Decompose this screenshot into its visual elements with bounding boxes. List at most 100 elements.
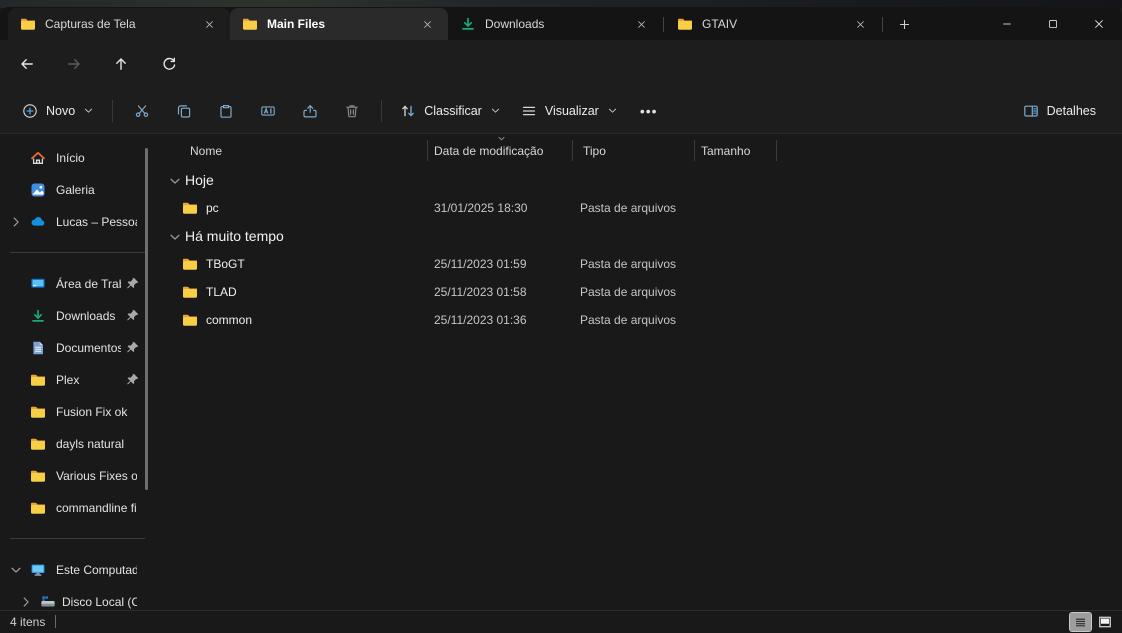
command-bar: Novo Classificar Visualizar ••• Detalhes <box>0 88 1122 134</box>
tab-close-button[interactable] <box>198 13 220 35</box>
share-button[interactable] <box>289 93 331 129</box>
sidebar-item-downloads[interactable]: Downloads <box>4 300 151 332</box>
sort-button[interactable]: Classificar <box>390 95 511 127</box>
file-row-common[interactable]: common 25/11/2023 01:36 Pasta de arquivos <box>163 306 1122 334</box>
chevron-down-icon[interactable] <box>168 230 182 244</box>
group-label: Hoje <box>185 172 214 188</box>
gallery-icon <box>30 182 46 198</box>
sidebar-item-label: Área de Trabalho <box>56 277 121 291</box>
close-icon <box>422 19 433 30</box>
delete-button[interactable] <box>331 93 373 129</box>
new-tab-button[interactable] <box>890 11 918 37</box>
column-divider[interactable] <box>694 140 695 161</box>
folder-icon <box>30 468 46 484</box>
command-bar-right: Detalhes <box>1013 88 1106 133</box>
file-name: TLAD <box>206 285 237 299</box>
group-header-h-muito-tempo[interactable]: Há muito tempo <box>163 222 1122 250</box>
column-header-data-de-modifica-o[interactable]: Data de modificação <box>434 144 543 158</box>
divider <box>55 615 56 628</box>
more-options-button[interactable]: ••• <box>628 95 670 127</box>
folder-icon <box>30 500 46 516</box>
cut-button[interactable] <box>121 93 163 129</box>
refresh-button[interactable] <box>152 48 186 80</box>
tab-close-button[interactable] <box>416 13 438 35</box>
tab-downloads[interactable]: Downloads <box>448 8 662 40</box>
sidebar-item-various-fixes-ok[interactable]: Various Fixes ok <box>4 460 151 492</box>
up-button[interactable] <box>104 48 138 80</box>
file-row-tbogt[interactable]: TBoGT 25/11/2023 01:59 Pasta de arquivos <box>163 250 1122 278</box>
sidebar-item-dayls-natural[interactable]: dayls natural <box>4 428 151 460</box>
sort-indicator-icon <box>497 134 506 143</box>
sidebar-item-este-computador[interactable]: Este Computador <box>4 554 151 586</box>
status-bar: 4 itens <box>0 610 1122 633</box>
column-divider[interactable] <box>572 140 573 161</box>
chevron-right-icon[interactable] <box>18 595 34 609</box>
new-button[interactable]: Novo <box>12 95 104 127</box>
close-button[interactable] <box>1076 7 1122 40</box>
maximize-button[interactable] <box>1030 7 1076 40</box>
document-icon <box>30 340 46 356</box>
copy-button[interactable] <box>163 93 205 129</box>
tab-capturas-de-tela[interactable]: Capturas de Tela <box>8 8 230 40</box>
forward-button[interactable] <box>57 48 91 80</box>
file-row-pc[interactable]: pc 31/01/2025 18:30 Pasta de arquivos <box>163 194 1122 222</box>
thumbnail-view-icon <box>1098 615 1112 629</box>
sidebar-item-label: Fusion Fix ok <box>56 405 128 419</box>
column-header-nome[interactable]: Nome <box>190 144 222 158</box>
forward-icon <box>66 56 82 72</box>
sidebar-item-documentos[interactable]: Documentos <box>4 332 151 364</box>
sidebar-item-label: Various Fixes ok <box>56 469 137 483</box>
sidebar-scrollbar[interactable] <box>145 148 148 490</box>
sidebar-item-label: Documentos <box>56 341 121 355</box>
thumbnail-view-button[interactable] <box>1094 613 1115 631</box>
paste-icon <box>218 103 234 119</box>
navigation-bar: … Mods GTA IVdayls naturalNova pastaMain… <box>0 40 1122 120</box>
tab-bar: Capturas de Tela Main Files Downloads GTAIV <box>8 8 918 40</box>
details-pane-button[interactable]: Detalhes <box>1013 95 1106 127</box>
sidebar-item--rea-de-trabalho[interactable]: Área de Trabalho <box>4 268 151 300</box>
cloud-icon <box>30 214 46 230</box>
tab-main-files[interactable]: Main Files <box>230 8 448 40</box>
rename-button[interactable] <box>247 93 289 129</box>
maximize-icon <box>1047 18 1059 30</box>
sidebar-item-label: Plex <box>56 373 80 387</box>
sort-button-label: Classificar <box>424 103 482 118</box>
file-name: pc <box>206 201 219 215</box>
folder-icon <box>182 284 198 300</box>
column-divider[interactable] <box>776 140 777 161</box>
cut-icon <box>134 103 150 119</box>
file-list-pane[interactable]: Nome Data de modificação Tipo Tamanho Hoje p… <box>163 134 1122 610</box>
back-button[interactable] <box>10 48 44 80</box>
sidebar-item-plex[interactable]: Plex <box>4 364 151 396</box>
file-type: Pasta de arquivos <box>580 257 677 271</box>
sidebar-item-disco-local-c-[interactable]: Disco Local (C:) <box>4 586 151 610</box>
view-button[interactable]: Visualizar <box>511 95 628 127</box>
chevron-down-icon[interactable] <box>168 174 182 188</box>
close-icon <box>204 19 215 30</box>
column-header-tamanho[interactable]: Tamanho <box>701 144 750 158</box>
sidebar-item-fusion-fix-ok[interactable]: Fusion Fix ok <box>4 396 151 428</box>
tab-close-button[interactable] <box>849 13 871 35</box>
sidebar-item-lucas-pessoal[interactable]: Lucas – Pessoal <box>4 206 151 238</box>
chevron-down-icon <box>607 105 618 116</box>
paste-button[interactable] <box>205 93 247 129</box>
column-divider[interactable] <box>427 140 428 161</box>
file-row-tlad[interactable]: TLAD 25/11/2023 01:58 Pasta de arquivos <box>163 278 1122 306</box>
command-bar-left: Novo Classificar Visualizar ••• <box>12 88 670 133</box>
chevron-right-icon[interactable] <box>8 215 24 229</box>
group-header-hoje[interactable]: Hoje <box>163 166 1122 194</box>
minimize-button[interactable] <box>984 7 1030 40</box>
plus-icon <box>898 18 911 31</box>
tab-gtaiv[interactable]: GTAIV <box>665 8 881 40</box>
sidebar-item-in-cio[interactable]: Início <box>4 142 151 174</box>
tab-divider <box>663 17 664 32</box>
column-header-tipo[interactable]: Tipo <box>583 144 606 158</box>
titlebar[interactable]: Capturas de Tela Main Files Downloads GTAIV <box>0 7 1122 40</box>
pin-icon <box>125 340 141 356</box>
chevron-down-icon[interactable] <box>8 563 24 577</box>
sidebar-item-galeria[interactable]: Galeria <box>4 174 151 206</box>
tab-close-button[interactable] <box>630 13 652 35</box>
view-button-label: Visualizar <box>544 103 599 118</box>
details-view-button[interactable] <box>1069 612 1092 632</box>
sidebar-item-commandline-fi[interactable]: commandline fi <box>4 492 151 524</box>
